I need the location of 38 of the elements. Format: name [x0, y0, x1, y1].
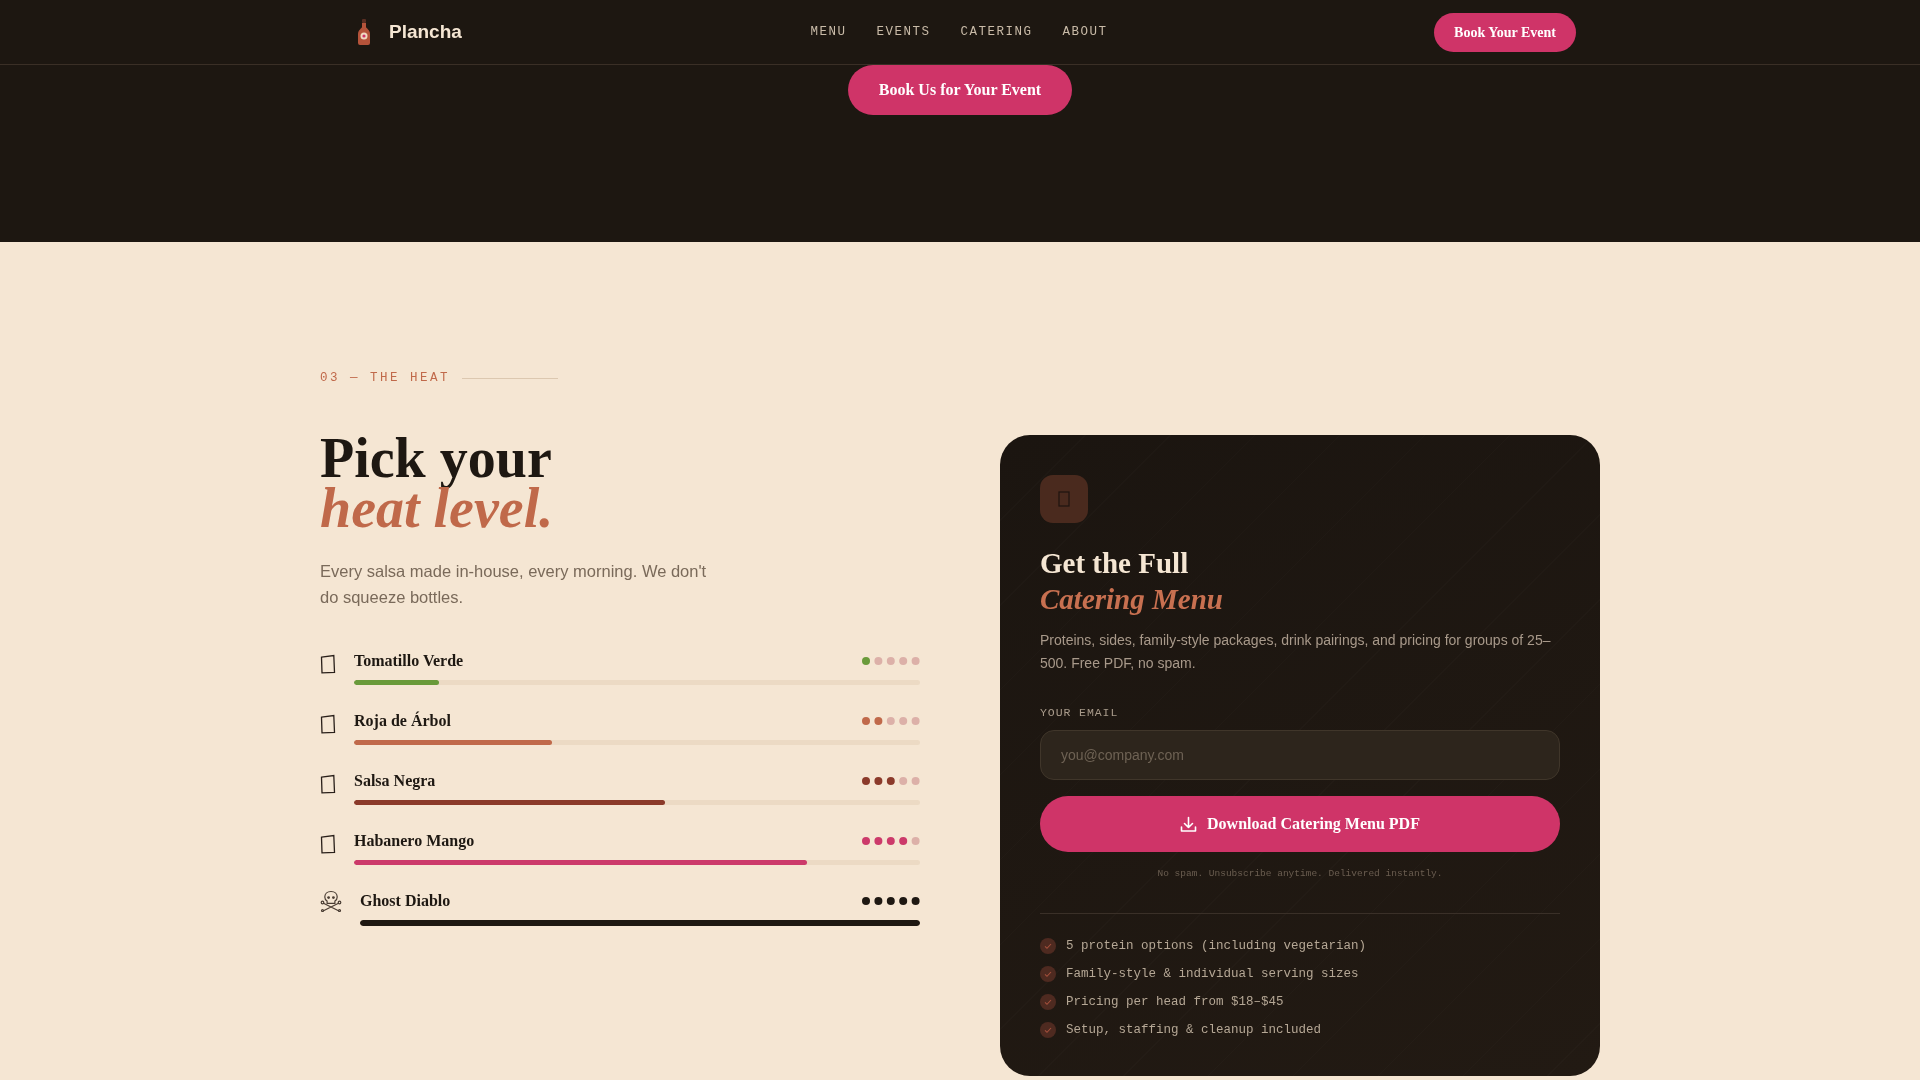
feature-text: Family-style & individual serving sizes — [1066, 966, 1359, 983]
email-label: YOUR EMAIL — [1040, 704, 1120, 721]
box-tile-icon — [1040, 474, 1088, 523]
salsa-name: Salsa Negra — [354, 770, 436, 792]
outline-box-icon — [320, 713, 336, 734]
card-description: Proteins, sides, family-style packages, drink pairings, and pricing for groups of 25–500. Free PDF, no spam. — [1040, 630, 1552, 673]
email-input[interactable]: you@company.com — [1040, 730, 1560, 780]
section-eyebrow: 03 — THE HEAT — [320, 370, 451, 387]
card-heading-accent: Catering Menu — [1040, 581, 1224, 617]
salsa-name: Tomatillo Verde — [354, 650, 464, 671]
heading-accent-text: heat level. — [320, 488, 555, 528]
check-circle-icon — [1040, 994, 1056, 1011]
outline-box-icon — [320, 653, 336, 674]
note-text: No spam. Unsubscribe anytime. Delivered instantly. — [1156, 867, 1444, 881]
salsa-name: Ghost Diablo — [360, 890, 451, 911]
nav-link[interactable]: CATERING — [960, 22, 1033, 42]
check-circle-icon — [1040, 938, 1056, 955]
book-us-button[interactable]: Book Us for Your Event — [847, 65, 1073, 115]
skull-crossbones-icon — [320, 889, 342, 912]
nav-link[interactable]: EVENTS — [876, 22, 931, 42]
sauce-bottle-icon — [356, 19, 372, 45]
nav-link[interactable]: ABOUT — [1062, 22, 1108, 42]
download-icon — [1180, 815, 1198, 833]
brand-name[interactable]: Plancha — [389, 17, 462, 47]
feature-text: 5 protein options (including vegetarian) — [1066, 938, 1367, 955]
book-event-button[interactable]: Book Your Event — [1434, 12, 1576, 52]
feature-text: Pricing per head from $18–$45 — [1066, 994, 1284, 1011]
nav-link[interactable]: MENU — [810, 22, 847, 42]
outline-box-icon — [320, 773, 336, 794]
download-button[interactable]: Download Catering Menu PDF — [1040, 796, 1560, 852]
feature-text: Setup, staffing & cleanup included — [1066, 1022, 1322, 1039]
intro-text: Every salsa made in-house, every morning. We don't do squeeze bottles. — [320, 560, 708, 608]
outline-box-icon — [320, 833, 336, 854]
salsa-name: Habanero Mango — [354, 830, 475, 852]
salsa-name: Roja de Árbol — [354, 710, 451, 732]
check-circle-icon — [1040, 966, 1056, 983]
card-heading: Get the Full — [1040, 545, 1190, 581]
check-circle-icon — [1040, 1022, 1056, 1039]
